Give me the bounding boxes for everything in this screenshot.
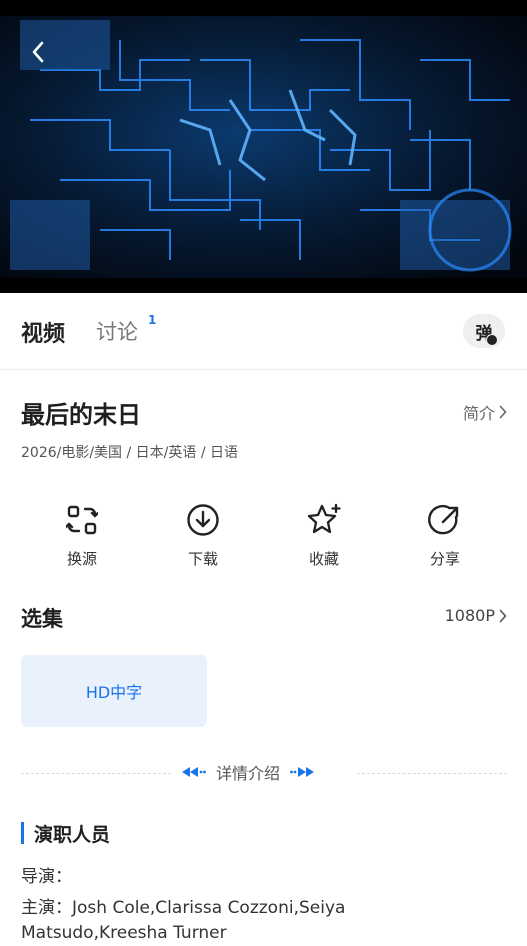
- favorite-button[interactable]: 收藏: [279, 500, 369, 569]
- starring-line: 主演：Josh Cole,Clarissa Cozzoni,Seiya Mats…: [21, 898, 346, 943]
- chevron-left-icon: [32, 41, 44, 63]
- download-icon: [187, 504, 219, 536]
- tab-bar: 视频 讨论 1 弹: [0, 293, 527, 370]
- danmaku-toggle-button[interactable]: 弹: [463, 314, 505, 348]
- switch-source-label: 换源: [66, 550, 97, 568]
- video-frame-image: [0, 0, 527, 293]
- quality-label: 1080P: [444, 606, 495, 625]
- director-line: 导演：: [21, 867, 72, 887]
- quality-selector[interactable]: 1080P: [445, 606, 507, 625]
- star-icon: [307, 503, 341, 534]
- forward-arrows-icon: [290, 767, 315, 777]
- video-player[interactable]: [0, 0, 527, 293]
- section-accent-bar: [21, 822, 24, 844]
- episodes-title: 选集: [21, 607, 63, 631]
- action-bar: 换源 下载 收藏 分享: [0, 500, 527, 580]
- discuss-count-badge: 1: [148, 313, 157, 327]
- switch-source-button[interactable]: 换源: [37, 500, 127, 569]
- tab-video[interactable]: 视频: [21, 316, 65, 348]
- chevron-right-icon: [499, 405, 507, 419]
- switch-source-icon: [66, 505, 98, 535]
- tab-discuss[interactable]: 讨论: [96, 316, 138, 346]
- back-button[interactable]: [22, 34, 54, 70]
- divider-line-left: [21, 773, 171, 774]
- share-label: 分享: [429, 550, 460, 568]
- danmaku-label: 弹: [476, 319, 498, 346]
- movie-title: 最后的末日: [21, 401, 141, 429]
- divider-line-right: [357, 773, 507, 774]
- movie-meta: 2026/电影/美国 / 日本/英语 / 日语: [21, 445, 239, 461]
- rewind-arrows-icon: [182, 767, 206, 777]
- share-icon: [428, 504, 459, 535]
- share-button[interactable]: 分享: [400, 500, 490, 569]
- cast-title: 演职人员: [34, 823, 111, 846]
- intro-link[interactable]: 简介: [463, 400, 507, 424]
- cast-section-header: 演职人员: [21, 820, 110, 846]
- intro-link-label: 简介: [462, 404, 495, 423]
- download-button[interactable]: 下载: [158, 500, 248, 569]
- details-toggle[interactable]: 详情介绍: [182, 760, 315, 784]
- favorite-label: 收藏: [308, 550, 339, 568]
- danmaku-status-dot: [485, 333, 498, 346]
- chevron-right-icon: [499, 609, 507, 622]
- download-label: 下载: [187, 550, 218, 568]
- details-label: 详情介绍: [216, 764, 281, 783]
- episode-item[interactable]: HD中字: [21, 655, 207, 727]
- details-divider: 详情介绍: [21, 760, 507, 786]
